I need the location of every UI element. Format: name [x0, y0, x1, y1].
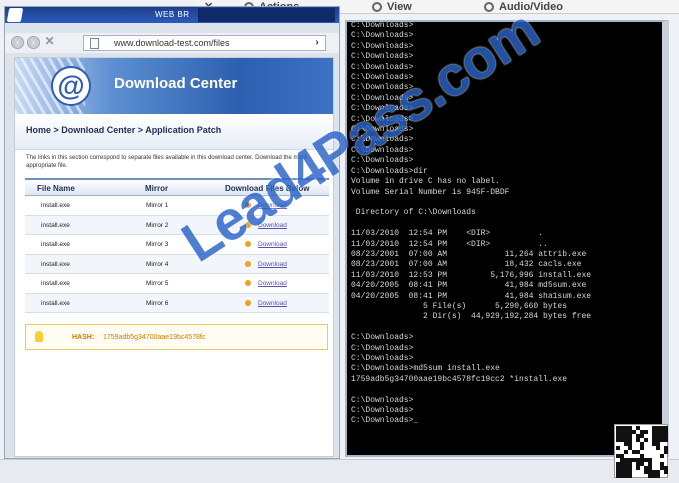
download-link[interactable]: Download: [258, 300, 287, 307]
go-button[interactable]: ›: [309, 36, 325, 50]
hash-value: 1759adb5g34700aae19bc4578fc: [103, 334, 206, 341]
forward-icon[interactable]: ›: [27, 36, 40, 49]
table-row: install.exe Mirror 5 Download: [25, 274, 329, 294]
mirror-name: Mirror 6: [146, 299, 169, 307]
qr-code-icon: [614, 424, 668, 478]
file-name: install.exe: [41, 221, 70, 229]
mirror-name: Mirror 2: [146, 221, 169, 229]
browser-window: WEB BR ‹ › ✕ www.download-test.com/files…: [4, 6, 340, 459]
table-row: install.exe Mirror 2 Download: [25, 215, 329, 235]
scrollbar-thumb[interactable]: [663, 26, 668, 40]
file-name: install.exe: [41, 299, 70, 307]
view-icon: [372, 2, 382, 12]
file-name: install.exe: [41, 260, 70, 268]
download-link[interactable]: Download: [258, 222, 287, 229]
status-dot-icon: [245, 260, 251, 267]
stop-icon[interactable]: ✕: [43, 35, 56, 49]
mirror-name: Mirror 5: [146, 280, 169, 287]
qr-module: [656, 474, 660, 478]
browser-navbar: ‹ › ✕ www.download-test.com/files ›: [5, 33, 339, 53]
back-icon[interactable]: ‹: [11, 36, 24, 49]
hash-box: HASH: 1759adb5g34700aae19bc4578fc: [25, 324, 328, 350]
status-dot-icon: [245, 280, 251, 286]
terminal-scrollbar[interactable]: [662, 22, 669, 457]
status-dot-icon: [245, 299, 251, 306]
download-center-banner: @ Download Center: [15, 58, 333, 114]
download-link[interactable]: Download: [258, 202, 287, 209]
qr-module: [656, 446, 660, 450]
file-name: install.exe: [41, 280, 70, 287]
download-link[interactable]: Download: [258, 241, 287, 248]
audio-video-menu[interactable]: Audio/Video: [484, 0, 563, 14]
qr-module: [636, 466, 640, 470]
browser-titlebar: WEB BR: [5, 7, 339, 23]
lightbulb-icon: [35, 331, 43, 342]
download-link[interactable]: Download: [258, 261, 287, 268]
file-name: install.exe: [41, 202, 70, 209]
terminal-output[interactable]: C:\Downloads> C:\Downloads> C:\Downloads…: [351, 22, 591, 427]
browser-title: WEB BR: [155, 10, 190, 19]
hash-label: HASH:: [72, 334, 95, 341]
col-download: Download Files Below: [225, 184, 310, 193]
status-dot-icon: [245, 202, 251, 208]
mirror-name: Mirror 3: [146, 241, 169, 248]
table-row: install.exe Mirror 1 Download: [25, 196, 329, 216]
qr-module: [660, 454, 664, 458]
page-icon: [90, 38, 99, 49]
table-row: install.exe Mirror 3 Download: [25, 235, 329, 255]
qr-module: [624, 450, 628, 454]
banner-title: Download Center: [114, 75, 238, 92]
col-mirror: Mirror: [145, 184, 169, 193]
screenshot-root: ✕ Actions View Audio/Video WEB BR ‹ › ✕ …: [0, 0, 679, 483]
qr-module: [664, 470, 668, 474]
breadcrumb-text: Home > Download Center > Application Pat…: [26, 125, 222, 135]
qr-module: [628, 474, 632, 478]
download-link[interactable]: Download: [258, 280, 287, 287]
browser-logo-icon: [6, 8, 24, 22]
table-row: install.exe Mirror 6 Download: [25, 293, 329, 313]
mirror-name: Mirror 4: [146, 260, 169, 268]
url-text: www.download-test.com/files: [114, 38, 230, 48]
view-menu[interactable]: View: [372, 0, 412, 14]
address-bar[interactable]: www.download-test.com/files ›: [83, 35, 326, 51]
page-description: The links in this section correspond to …: [26, 155, 307, 169]
breadcrumb: Home > Download Center > Application Pat…: [15, 114, 333, 150]
qr-module: [644, 430, 648, 434]
view-label: View: [387, 1, 412, 13]
table-header: File Name Mirror Download Files Below: [25, 178, 329, 196]
qr-module: [640, 446, 644, 450]
bottom-strip: [0, 459, 679, 483]
mirror-name: Mirror 1: [146, 202, 169, 209]
col-file-name: File Name: [37, 184, 75, 193]
status-dot-icon: [245, 241, 251, 247]
file-name: install.exe: [41, 241, 70, 248]
at-logo-icon: @: [51, 66, 91, 106]
audio-video-label: Audio/Video: [499, 1, 563, 13]
titlebar-dark-area: [198, 8, 335, 22]
audio-video-icon: [484, 2, 494, 12]
status-dot-icon: [245, 221, 251, 228]
download-table: File Name Mirror Download Files Below in…: [25, 178, 329, 313]
command-prompt-window[interactable]: C:\Downloads> C:\Downloads> C:\Downloads…: [345, 20, 669, 457]
page-content: @ Download Center Home > Download Center…: [14, 57, 334, 457]
qr-module: [644, 438, 648, 442]
qr-module: [616, 446, 620, 450]
qr-module: [664, 438, 668, 442]
qr-module: [664, 450, 668, 454]
table-row: install.exe Mirror 4 Download: [25, 254, 329, 274]
